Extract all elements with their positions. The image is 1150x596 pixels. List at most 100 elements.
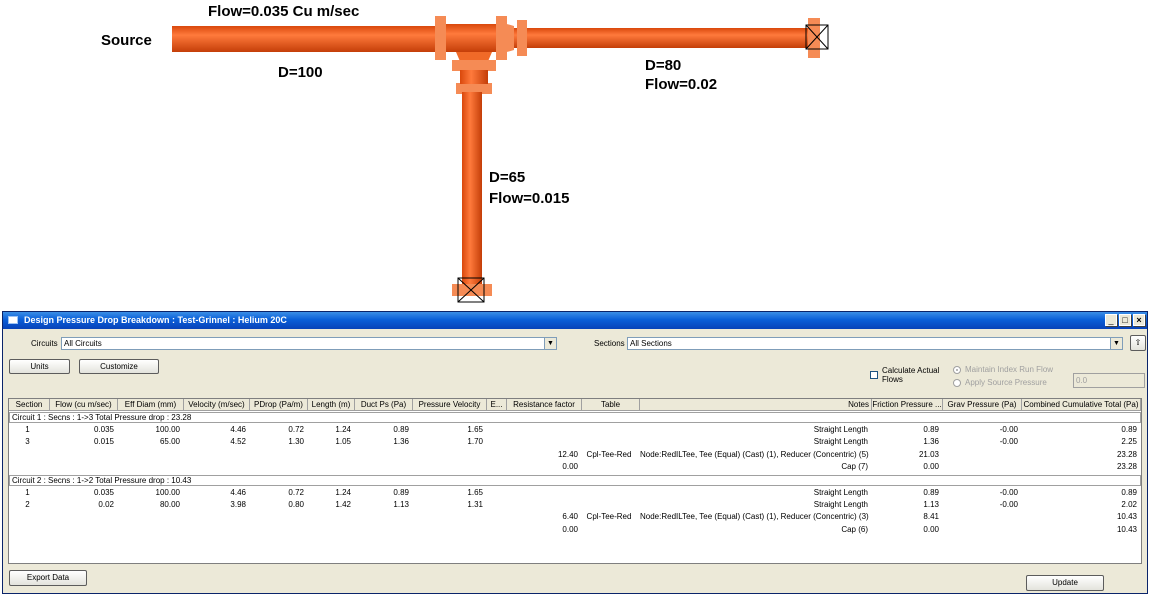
table-cell: Straight Length [813, 500, 868, 509]
chevron-down-icon[interactable]: ▼ [1110, 338, 1122, 349]
table-cell: 1.70 [467, 437, 483, 447]
maintain-index-label: Maintain Index Run Flow [965, 365, 1054, 374]
table-cell: 1.36 [393, 437, 409, 447]
circuits-select[interactable]: All Circuits ▼ [61, 337, 557, 350]
table-cell: 1.65 [467, 487, 483, 497]
column-header[interactable]: Eff Diam (mm) [118, 399, 184, 411]
column-header[interactable]: Grav Pressure (Pa) [943, 399, 1022, 411]
table-cell: 80.00 [159, 500, 180, 509]
table-row[interactable]: 6.40 Cpl-Tee-Red Node:RedILTee, Tee (Equal… [9, 511, 1141, 524]
table-cell: 0.00 [562, 462, 578, 472]
table-cell: 0.035 [93, 425, 114, 434]
apply-source-radio[interactable] [953, 379, 961, 387]
table-cell: -0.00 [999, 500, 1018, 509]
close-button[interactable]: × [1133, 314, 1145, 326]
column-header[interactable]: Section [9, 399, 50, 411]
circuits-select-value: All Circuits [64, 339, 102, 348]
table-cell: 0.72 [288, 425, 304, 434]
circuit-title: Circuit 2 : Secns : 1->2 Total Pressure … [12, 475, 192, 485]
sections-label: Sections [594, 339, 625, 348]
column-header[interactable]: Friction Pressure ... [872, 399, 943, 411]
column-header[interactable]: Combined Cumulative Total (Pa) [1022, 399, 1141, 411]
table-cell: 23.28 [1116, 449, 1137, 459]
sections-select-value: All Sections [630, 339, 672, 348]
table-cell: 23.28 [1116, 462, 1137, 472]
table-row[interactable]: 2 0.02 80.00 3.98 0.80 1.42 1.13 1.31 Straight L… [9, 499, 1141, 512]
table-cell: 1.65 [467, 425, 483, 434]
table-cell: Straight Length [813, 425, 868, 434]
flange [452, 60, 496, 71]
table-cell: 1 [25, 425, 30, 434]
maximize-button[interactable]: □ [1119, 314, 1131, 326]
column-header[interactable]: Table [582, 399, 640, 411]
circuit-header-row[interactable]: Circuit 2 : Secns : 1->2 Total Pressure … [9, 474, 1141, 486]
column-header[interactable]: Length (m) [308, 399, 355, 411]
table-row[interactable]: 12.40 Cpl-Tee-Red Node:RedILTee, Tee (Equa… [9, 449, 1141, 462]
flow-down-label: Flow=0.015 [489, 190, 570, 207]
table-cell: 1.05 [335, 437, 351, 447]
table-row[interactable]: 1 0.035 100.00 4.46 0.72 1.24 0.89 1.65 Straight… [9, 487, 1141, 500]
maintain-index-radio[interactable] [953, 366, 961, 374]
table-cell: 4.46 [230, 425, 246, 434]
table-cell: 0.015 [93, 437, 114, 447]
column-header[interactable]: Velocity (m/sec) [184, 399, 250, 411]
table-cell: 0.00 [923, 524, 939, 534]
table-cell: -0.00 [999, 437, 1018, 447]
column-header[interactable]: E... [487, 399, 507, 411]
update-button[interactable]: Update [1026, 575, 1104, 591]
table-cell: 0.89 [393, 425, 409, 434]
sections-select[interactable]: All Sections ▼ [627, 337, 1123, 350]
circuit-title: Circuit 1 : Secns : 1->3 Total Pressure … [12, 413, 192, 422]
source-pressure-input[interactable]: 0.0 [1073, 373, 1145, 388]
table-cell: 2 [25, 500, 30, 509]
table-cell: 0.89 [923, 425, 939, 434]
column-header[interactable]: Pressure Velocity [413, 399, 487, 411]
table-row[interactable]: 3 0.015 65.00 4.52 1.30 1.05 1.36 1.70 Straight … [9, 436, 1141, 449]
table-cell: 0.00 [562, 524, 578, 534]
table-cell: 3.98 [230, 500, 246, 509]
table-cell: 2.25 [1121, 437, 1137, 447]
column-header[interactable]: Resistance factor [507, 399, 582, 411]
flow-right-label: Flow=0.02 [645, 76, 718, 93]
flange [496, 16, 507, 60]
calculate-actual-flows-checkbox[interactable] [870, 371, 878, 379]
table-cell: 6.40 [562, 512, 578, 522]
branch-right-pipe [514, 28, 810, 48]
diameter-right-label: D=80 [645, 57, 682, 74]
table-cell: Cap (6) [841, 524, 868, 534]
table-cell: 0.89 [1121, 425, 1137, 434]
units-button[interactable]: Units [9, 359, 70, 374]
customize-button[interactable]: Customize [79, 359, 159, 374]
table-cell: 0.02 [98, 500, 114, 509]
export-data-button[interactable]: Export Data [9, 570, 87, 586]
table-cell: 10.43 [1116, 524, 1137, 534]
table-cell: 100.00 [155, 425, 180, 434]
column-header[interactable]: PDrop (Pa/m) [250, 399, 308, 411]
table-cell: 1 [25, 487, 30, 497]
table-cell: 2.02 [1121, 500, 1137, 509]
table-cell: 0.80 [288, 500, 304, 509]
table-cell: 12.40 [557, 449, 578, 459]
column-header[interactable]: Flow (cu m/sec) [50, 399, 118, 411]
chevron-down-icon[interactable]: ▼ [544, 338, 556, 349]
table-row[interactable]: 1 0.035 100.00 4.46 0.72 1.24 0.89 1.65 Straight… [9, 424, 1141, 437]
table-cell: 0.89 [393, 487, 409, 497]
table-cell: Cpl-Tee-Red [586, 449, 632, 459]
table-cell: 1.13 [923, 500, 939, 509]
window-titlebar[interactable]: Design Pressure Drop Breakdown : Test-Gr… [3, 312, 1147, 329]
flow-main-label: Flow=0.035 Cu m/sec [208, 3, 360, 20]
circuit-header-row[interactable]: Circuit 1 : Secns : 1->3 Total Pressure … [9, 412, 1141, 423]
table-row[interactable]: 0.00 Cap (7) 0.00 23.28 [9, 461, 1141, 474]
table-cell: 1.24 [335, 425, 351, 434]
table-cell: Straight Length [813, 437, 868, 447]
table-cell: 1.13 [393, 500, 409, 509]
column-header[interactable]: Duct Ps (Pa) [355, 399, 413, 411]
minimize-button[interactable]: _ [1105, 314, 1117, 326]
table-cell: -0.00 [999, 487, 1018, 497]
table-cell: 0.89 [1121, 487, 1137, 497]
column-header[interactable]: Notes [640, 399, 872, 411]
up-arrow-button[interactable]: ⇧ [1130, 335, 1146, 351]
table-row[interactable]: 0.00 Cap (6) 0.00 10.43 [9, 524, 1141, 537]
flange [435, 16, 446, 60]
table-cell: 8.41 [923, 512, 939, 522]
